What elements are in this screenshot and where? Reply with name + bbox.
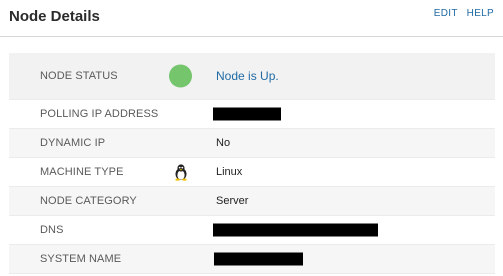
panel-title: Node Details	[9, 8, 100, 25]
row-dynamic-ip: DYNAMIC IP No	[9, 129, 495, 158]
edit-link[interactable]: EDIT	[434, 8, 458, 19]
node-details-table: NODE STATUS Node is Up. POLLING IP ADDRE…	[9, 53, 495, 274]
row-label: MACHINE TYPE	[40, 166, 124, 178]
row-polling-ip: POLLING IP ADDRESS	[9, 100, 495, 129]
row-dns: DNS	[9, 216, 495, 245]
panel-header: Node Details EDIT HELP	[0, 0, 503, 37]
redacted-value	[213, 223, 378, 237]
row-label: POLLING IP ADDRESS	[40, 108, 159, 120]
node-status-value: Node is Up.	[216, 69, 279, 83]
row-label: DYNAMIC IP	[40, 137, 106, 149]
row-node-category: NODE CATEGORY Server	[9, 187, 495, 216]
linux-penguin-icon	[175, 164, 187, 181]
row-label: NODE STATUS	[40, 70, 118, 82]
row-label: SYSTEM NAME	[40, 253, 122, 265]
machine-type-value: Linux	[216, 166, 243, 178]
row-label: DNS	[40, 224, 64, 236]
dynamic-ip-value: No	[216, 137, 231, 149]
redacted-value	[214, 252, 303, 266]
help-link[interactable]: HELP	[467, 8, 494, 19]
row-system-name: SYSTEM NAME	[9, 245, 495, 274]
row-machine-type: MACHINE TYPE Linux	[9, 158, 495, 187]
header-links: EDIT HELP	[428, 8, 494, 19]
status-up-icon	[169, 64, 192, 88]
row-node-status: NODE STATUS Node is Up.	[9, 53, 495, 100]
row-label: NODE CATEGORY	[40, 195, 137, 207]
redacted-value	[213, 107, 281, 121]
node-category-value: Server	[216, 195, 249, 207]
